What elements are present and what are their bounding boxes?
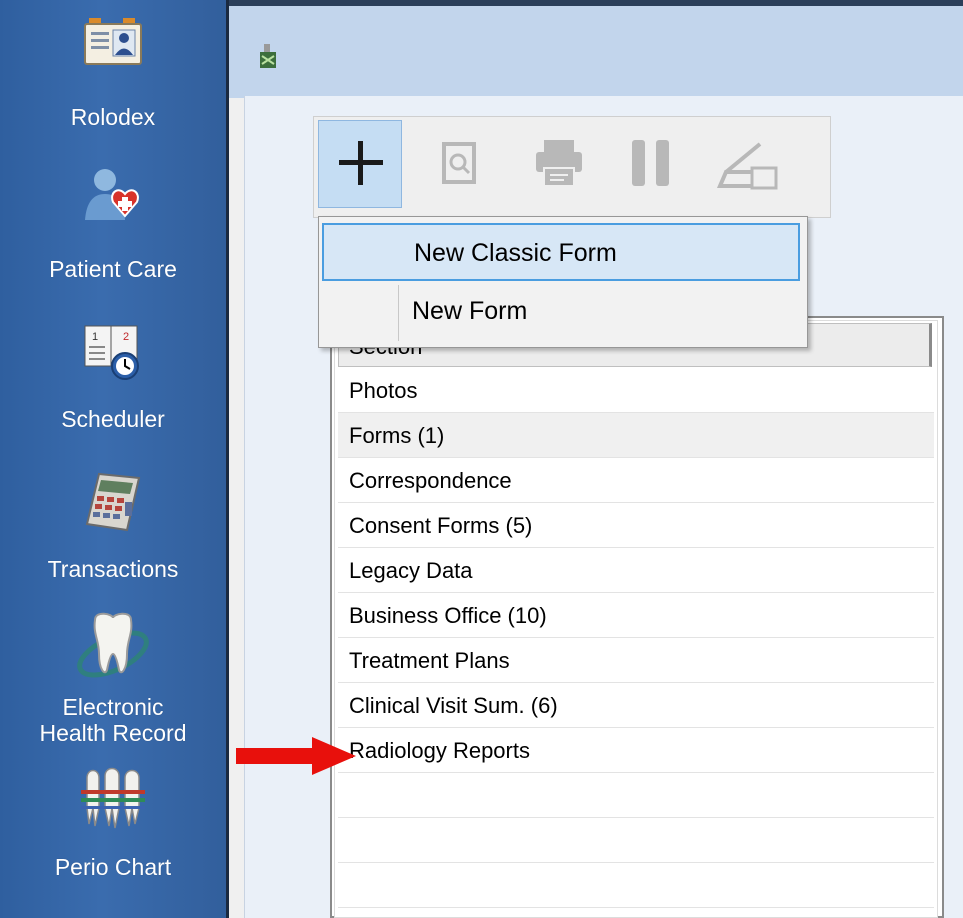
list-item-label: Legacy Data (349, 558, 473, 583)
list-item-empty[interactable] (338, 773, 934, 818)
sidebar-item-transactions[interactable]: Transactions (0, 460, 226, 590)
preview-icon (442, 142, 476, 184)
list-item[interactable]: Legacy Data (338, 548, 934, 593)
rolodex-card-icon (84, 18, 142, 65)
sidebar-item-label: Patient Care (49, 256, 177, 282)
menu-item-new-form[interactable]: New Form (322, 283, 800, 341)
scan-icon (716, 142, 778, 190)
sidebar-item-label: Electronic (62, 694, 164, 720)
list-item-empty[interactable] (338, 863, 934, 908)
sidebar-item-patient-care[interactable]: Patient Care (0, 160, 226, 290)
sidebar-item-label: Perio Chart (54, 854, 172, 880)
list-item-empty[interactable] (338, 818, 934, 863)
list-item-label: Business Office (10) (349, 603, 547, 628)
list-item-label: Radiology Reports (349, 738, 530, 763)
list-item-label: Treatment Plans (349, 648, 510, 673)
sidebar-item-label: Rolodex (70, 104, 156, 130)
list-item-label: Correspondence (349, 468, 512, 493)
list-item[interactable]: Consent Forms (5) (338, 503, 934, 548)
scheduler-clock-icon: 1 2 (84, 325, 139, 380)
patient-care-icon (85, 169, 139, 220)
print-icon (536, 140, 582, 187)
calculator-icon (85, 472, 141, 532)
svg-text:1: 1 (92, 331, 98, 343)
preview-button[interactable] (420, 120, 504, 208)
scan-button[interactable] (706, 120, 790, 208)
print-button[interactable] (516, 120, 600, 208)
sidebar-item-rolodex[interactable]: Rolodex (0, 0, 226, 150)
add-button[interactable] (318, 120, 402, 208)
list-item[interactable]: Correspondence (338, 458, 934, 503)
pause-button[interactable] (610, 120, 694, 208)
list-item[interactable]: Forms (1) (338, 413, 934, 458)
sidebar-item-label: Transactions (47, 556, 179, 582)
title-bar (229, 0, 963, 98)
list-item-label: Clinical Visit Sum. (6) (349, 693, 558, 718)
perio-teeth-icon (81, 767, 145, 829)
list-item[interactable]: Clinical Visit Sum. (6) (338, 683, 934, 728)
red-arrow-icon (236, 737, 356, 775)
sidebar-item-electronic-health-record[interactable]: Electronic Health Record (0, 600, 226, 750)
list-item-label: Photos (349, 378, 418, 403)
sidebar-item-perio-chart[interactable]: Perio Chart (0, 760, 226, 910)
add-icon (339, 141, 383, 185)
list-item[interactable]: Photos (338, 368, 934, 413)
menu-item-label: New Classic Form (414, 239, 617, 267)
list-item-label: Consent Forms (5) (349, 513, 533, 538)
list-item-label: Forms (1) (349, 423, 445, 448)
document-clip-icon (260, 44, 276, 68)
sidebar-item-label-line2: Health Record (39, 720, 187, 746)
list-item[interactable]: Business Office (10) (338, 593, 934, 638)
list-item[interactable]: Treatment Plans (338, 638, 934, 683)
list-item[interactable]: Radiology Reports (338, 728, 934, 773)
menu-item-label: New Form (412, 297, 528, 325)
sidebar-item-label: Scheduler (61, 406, 165, 432)
sidebar-item-scheduler[interactable]: 1 2 Scheduler (0, 310, 226, 450)
pause-icon (632, 140, 669, 186)
svg-text:2: 2 (123, 331, 129, 343)
tooth-icon (77, 612, 149, 678)
menu-item-new-classic-form[interactable]: New Classic Form (322, 223, 800, 281)
